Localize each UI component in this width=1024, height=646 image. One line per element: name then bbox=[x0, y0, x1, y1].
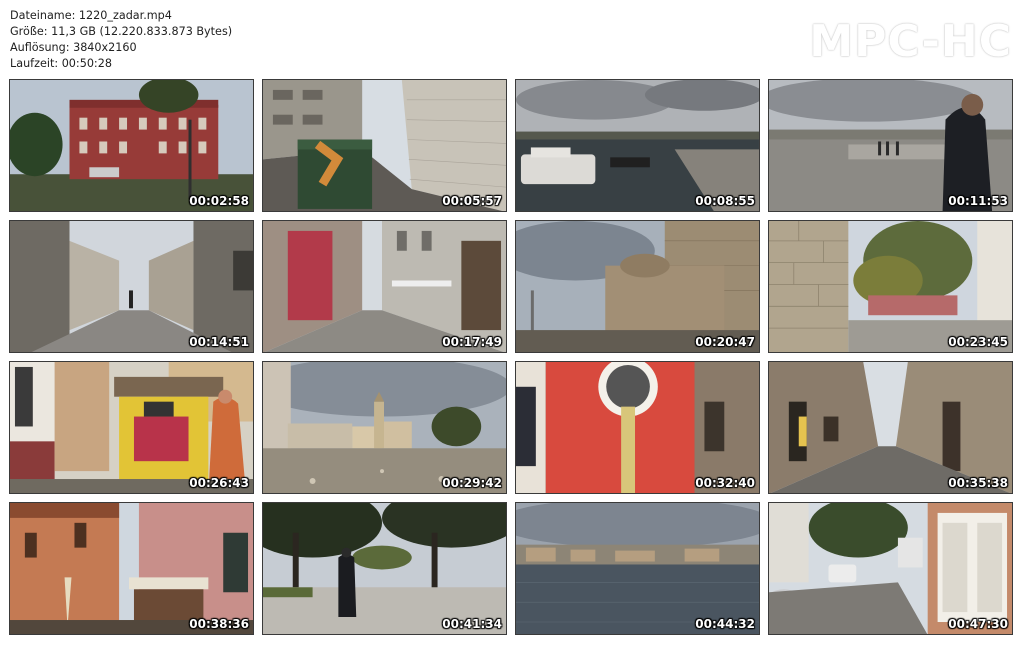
thumbnail-image bbox=[10, 503, 253, 634]
thumbnail-image bbox=[263, 362, 506, 493]
timestamp: 00:38:36 bbox=[189, 617, 249, 631]
thumbnail-image bbox=[769, 80, 1012, 211]
timestamp: 00:32:40 bbox=[695, 476, 755, 490]
thumbnail-image bbox=[769, 362, 1012, 493]
thumbnail[interactable]: 00:26:43 bbox=[9, 361, 254, 494]
thumbnail[interactable]: 00:23:45 bbox=[768, 220, 1013, 353]
thumbnail[interactable]: 00:35:38 bbox=[768, 361, 1013, 494]
thumbnail[interactable]: 00:20:47 bbox=[515, 220, 760, 353]
thumbnail-image bbox=[263, 80, 506, 211]
filename-text: Dateiname: 1220_zadar.mp4 bbox=[10, 9, 172, 22]
timestamp: 00:08:55 bbox=[695, 194, 755, 208]
thumbnail-image bbox=[263, 503, 506, 634]
timestamp: 00:23:45 bbox=[948, 335, 1008, 349]
file-info: Dateiname: 1220_zadar.mp4 Größe: 11,3 GB… bbox=[10, 8, 232, 72]
thumbnail-image bbox=[263, 221, 506, 352]
thumbnail[interactable]: 00:29:42 bbox=[262, 361, 507, 494]
mpc-hc-logo: MPC-HC bbox=[809, 16, 1012, 67]
thumbnail-image bbox=[10, 221, 253, 352]
thumbnail-image bbox=[516, 80, 759, 211]
timestamp: 00:29:42 bbox=[442, 476, 502, 490]
thumbnail[interactable]: 00:38:36 bbox=[9, 502, 254, 635]
timestamp: 00:41:34 bbox=[442, 617, 502, 631]
timestamp: 00:14:51 bbox=[189, 335, 249, 349]
resolution-text: Auflösung: 3840x2160 bbox=[10, 41, 137, 54]
timestamp: 00:26:43 bbox=[189, 476, 249, 490]
timestamp: 00:20:47 bbox=[695, 335, 755, 349]
duration-text: Laufzeit: 00:50:28 bbox=[10, 57, 112, 70]
timestamp: 00:02:58 bbox=[189, 194, 249, 208]
thumbnail-image bbox=[516, 221, 759, 352]
thumbnail[interactable]: 00:14:51 bbox=[9, 220, 254, 353]
thumbnail[interactable]: 00:05:57 bbox=[262, 79, 507, 212]
thumbnail[interactable]: 00:17:49 bbox=[262, 220, 507, 353]
thumbnail-image bbox=[769, 221, 1012, 352]
thumbnail[interactable]: 00:32:40 bbox=[515, 361, 760, 494]
thumbnail-image bbox=[10, 80, 253, 211]
thumbnail-image bbox=[516, 362, 759, 493]
thumbnail[interactable]: 00:08:55 bbox=[515, 79, 760, 212]
thumbnail[interactable]: 00:02:58 bbox=[9, 79, 254, 212]
thumbnail[interactable]: 00:44:32 bbox=[515, 502, 760, 635]
thumbnail-grid: 00:02:58 00:05:57 00:08:55 00:11:53 00:1… bbox=[9, 79, 1013, 635]
thumbnail-image bbox=[769, 503, 1012, 634]
timestamp: 00:17:49 bbox=[442, 335, 502, 349]
timestamp: 00:44:32 bbox=[695, 617, 755, 631]
thumbnail[interactable]: 00:41:34 bbox=[262, 502, 507, 635]
thumbnail-image bbox=[516, 503, 759, 634]
thumbnail[interactable]: 00:47:30 bbox=[768, 502, 1013, 635]
thumbnail[interactable]: 00:11:53 bbox=[768, 79, 1013, 212]
timestamp: 00:35:38 bbox=[948, 476, 1008, 490]
timestamp: 00:05:57 bbox=[442, 194, 502, 208]
timestamp: 00:11:53 bbox=[948, 194, 1008, 208]
thumbnail-image bbox=[10, 362, 253, 493]
timestamp: 00:47:30 bbox=[948, 617, 1008, 631]
filesize-text: Größe: 11,3 GB (12.220.833.873 Bytes) bbox=[10, 25, 233, 38]
